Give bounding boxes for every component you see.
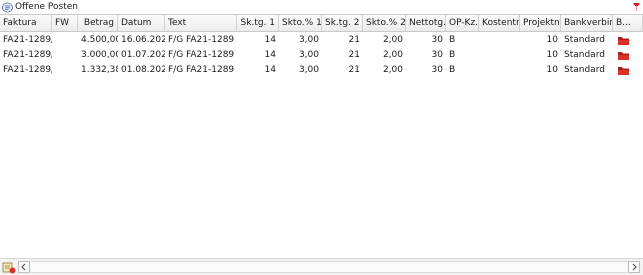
column-header-nettotg[interactable]: Nettotg.	[406, 15, 446, 31]
cell-projektnr: 10	[546, 35, 558, 45]
pin-icon[interactable]	[632, 2, 641, 12]
column-header-bank[interactable]: Bankverbin...	[561, 15, 613, 31]
table-row[interactable]: FA21-1289/1 4.500,0016.06.2021F/G FA21-12…	[0, 33, 643, 48]
cell-kostentr	[479, 63, 520, 78]
column-header-fw[interactable]: FW	[52, 15, 78, 31]
cell-faktura: FA21-1289/3	[3, 65, 52, 75]
chevron-right-icon	[632, 263, 637, 271]
folder-open-icon[interactable]	[617, 65, 630, 76]
column-header-skto1[interactable]: Skto.% 1	[279, 15, 322, 31]
cell-text: F/G FA21-1289	[168, 65, 235, 75]
table-row[interactable]: FA21-1289/3 1.332,3801.08.2021F/G FA21-12…	[0, 63, 643, 78]
cell-bank: Standard	[564, 35, 605, 45]
cell-opkz: B	[449, 35, 456, 45]
column-header-b[interactable]: B...	[613, 15, 643, 31]
document-list-icon	[2, 2, 13, 12]
cell-sktg1: 14	[264, 50, 276, 60]
cell-projektnr: 10	[546, 50, 558, 60]
column-header-kostentr[interactable]: Kostentr.	[479, 15, 520, 31]
cell-projektnr: 10	[546, 65, 558, 75]
cell-skto1: 3,00	[298, 65, 319, 75]
scroll-track[interactable]	[31, 261, 627, 273]
table-header: Faktura FW Betrag Datum Text Sk.tg. 1 Skto.% 1…	[0, 15, 643, 32]
folder-open-icon[interactable]	[617, 35, 630, 46]
cell-nettotg: 30	[431, 65, 443, 75]
cell-betrag: 4.500,00	[81, 35, 118, 45]
table-row[interactable]: FA21-1289/2 3.000,0001.07.2021F/G FA21-12…	[0, 48, 643, 63]
cell-kostentr	[479, 48, 520, 63]
cell-text: F/G FA21-1289	[168, 35, 235, 45]
column-header-sktg2[interactable]: Sk.tg. 2	[322, 15, 363, 31]
cell-kostentr	[479, 33, 520, 48]
column-header-betrag[interactable]: Betrag	[78, 15, 118, 31]
folder-open-icon[interactable]	[617, 50, 630, 61]
column-header-datum[interactable]: Datum	[118, 15, 165, 31]
cell-datum: 01.07.2021	[121, 50, 165, 60]
cell-skto2: 2,00	[382, 65, 403, 75]
cell-faktura: FA21-1289/1	[3, 35, 52, 45]
column-header-sktg1[interactable]: Sk.tg. 1	[237, 15, 279, 31]
column-header-opkz[interactable]: OP-Kz.	[446, 15, 479, 31]
panel-title: Offene Posten	[15, 2, 78, 12]
cell-fw	[52, 33, 78, 48]
open-items-table: Faktura FW Betrag Datum Text Sk.tg. 1 Skto.% 1…	[0, 14, 643, 258]
cell-opkz: B	[449, 50, 456, 60]
cell-fw	[52, 48, 78, 63]
cell-betrag: 3.000,00	[81, 50, 118, 60]
cell-opkz: B	[449, 65, 456, 75]
cell-bank: Standard	[564, 65, 605, 75]
cell-datum: 01.08.2021	[121, 65, 165, 75]
chevron-left-icon	[21, 263, 26, 271]
cell-nettotg: 30	[431, 35, 443, 45]
scroll-right-button[interactable]	[628, 261, 640, 273]
panel-titlebar: Offene Posten	[0, 0, 643, 14]
cell-sktg1: 14	[264, 35, 276, 45]
cell-skto1: 3,00	[298, 50, 319, 60]
cell-sktg2: 21	[348, 65, 360, 75]
column-header-faktura[interactable]: Faktura	[0, 15, 52, 31]
cell-skto2: 2,00	[382, 50, 403, 60]
cell-nettotg: 30	[431, 50, 443, 60]
cell-betrag: 1.332,38	[81, 65, 118, 75]
cell-text: F/G FA21-1289	[168, 50, 235, 60]
column-header-skto2[interactable]: Skto.% 2	[363, 15, 406, 31]
cell-sktg2: 21	[348, 35, 360, 45]
cell-sktg1: 14	[264, 65, 276, 75]
column-header-text[interactable]: Text	[165, 15, 237, 31]
cell-datum: 16.06.2021	[121, 35, 165, 45]
cell-bank: Standard	[564, 50, 605, 60]
scroll-left-button[interactable]	[18, 261, 30, 273]
cell-sktg2: 21	[348, 50, 360, 60]
cell-skto1: 3,00	[298, 35, 319, 45]
record-navigator-icon[interactable]	[2, 261, 16, 274]
cell-skto2: 2,00	[382, 35, 403, 45]
horizontal-scrollbar[interactable]	[0, 258, 643, 275]
column-header-projektnr[interactable]: Projektnr	[520, 15, 561, 31]
cell-faktura: FA21-1289/2	[3, 50, 52, 60]
cell-fw	[52, 63, 78, 78]
